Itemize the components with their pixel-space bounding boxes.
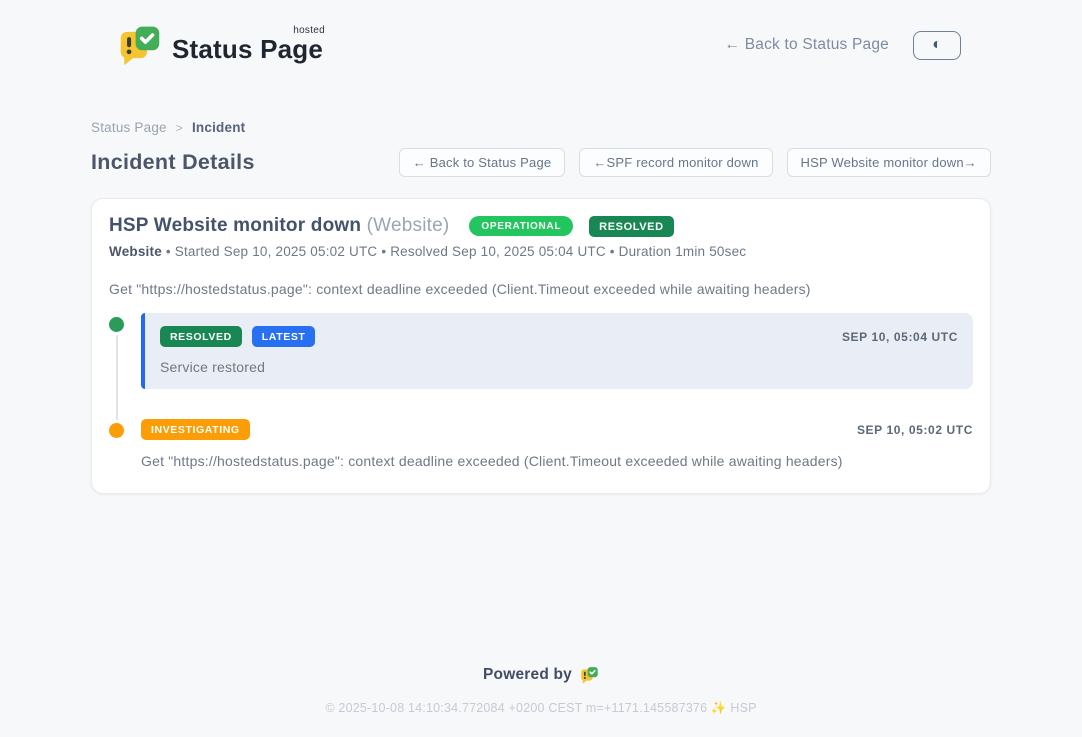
powered-by-label: Powered by (483, 666, 572, 684)
latest-badge: LATEST (252, 326, 316, 347)
logo-text: hosted Status Page (172, 24, 323, 65)
investigating-badge: INVESTIGATING (141, 419, 250, 440)
timeline-event-header: RESOLVED LATEST SEP 10, 05:04 UTC (160, 326, 958, 347)
timeline-badges: RESOLVED LATEST (160, 326, 315, 347)
theme-toggle-button[interactable]: ◐ (913, 31, 961, 60)
incident-nav-buttons: ← Back to Status Page ←SPF record monito… (399, 148, 991, 177)
logo: hosted Status Page (118, 24, 323, 66)
operational-status-badge: OPERATIONAL (469, 216, 573, 236)
copyright-text: © 2025-10-08 14:10:34.772084 +0200 CEST … (0, 701, 1082, 716)
incident-meta-details: • Started Sep 10, 2025 05:02 UTC • Resol… (166, 244, 746, 259)
timeline-highlight-box: RESOLVED LATEST SEP 10, 05:04 UTC Servic… (141, 313, 973, 389)
resolved-badge: RESOLVED (160, 326, 242, 347)
incident-meta-component: Website (109, 244, 162, 259)
header-right: ← Back to Status Page ◐ (725, 31, 961, 60)
timeline-dot-resolved (109, 317, 124, 332)
resolved-state-badge: RESOLVED (589, 216, 674, 237)
logo-hosted-superscript: hosted (293, 25, 325, 36)
logo-title: Status Page (172, 34, 323, 64)
timeline-content: RESOLVED LATEST SEP 10, 05:04 UTC Servic… (141, 313, 973, 389)
incident-component: (Website) (367, 215, 450, 236)
timeline-timestamp: SEP 10, 05:04 UTC (842, 330, 958, 344)
breadcrumb-incident: Incident (192, 120, 245, 135)
incident-meta: Website • Started Sep 10, 2025 05:02 UTC… (109, 244, 973, 259)
breadcrumb: Status Page > Incident (91, 120, 991, 135)
timeline-event-resolved: RESOLVED LATEST SEP 10, 05:04 UTC Servic… (109, 313, 973, 389)
timeline-event-header: INVESTIGATING SEP 10, 05:02 UTC (141, 419, 973, 440)
page-title: Incident Details (91, 150, 255, 175)
timeline-content: INVESTIGATING SEP 10, 05:02 UTC Get "htt… (141, 419, 973, 469)
timeline-message: Service restored (160, 359, 958, 375)
status-page-logo-icon-small (580, 666, 599, 684)
incident-name: HSP Website monitor down (109, 215, 361, 236)
main-content: Status Page > Incident Incident Details … (91, 120, 991, 494)
timeline-dot-investigating (109, 423, 124, 438)
incident-description: Get "https://hostedstatus.page": context… (109, 281, 973, 297)
title-row: Incident Details ← Back to Status Page ←… (91, 148, 991, 177)
breadcrumb-separator: > (176, 121, 183, 135)
header-back-link[interactable]: ← Back to Status Page (725, 36, 889, 54)
header: hosted Status Page ← Back to Status Page… (0, 0, 1082, 74)
incident-title-row: HSP Website monitor down (Website) OPERA… (109, 215, 973, 237)
contrast-icon: ◐ (932, 37, 942, 53)
timeline-event-investigating: INVESTIGATING SEP 10, 05:02 UTC Get "htt… (109, 419, 973, 469)
incident-timeline: RESOLVED LATEST SEP 10, 05:04 UTC Servic… (109, 313, 973, 469)
previous-incident-button[interactable]: ←SPF record monitor down (579, 148, 772, 177)
incident-title: HSP Website monitor down (Website) (109, 215, 449, 237)
back-to-status-page-button[interactable]: ← Back to Status Page (399, 148, 566, 177)
timeline-message: Get "https://hostedstatus.page": context… (141, 453, 973, 469)
status-page-logo-icon (118, 24, 162, 66)
powered-by-link[interactable]: Powered by (483, 666, 599, 684)
timeline-timestamp: SEP 10, 05:02 UTC (857, 423, 973, 437)
breadcrumb-status-page[interactable]: Status Page (91, 120, 167, 135)
next-incident-button[interactable]: HSP Website monitor down→ (787, 148, 991, 177)
incident-card: HSP Website monitor down (Website) OPERA… (91, 198, 991, 494)
footer: Powered by © 2025-10-08 14:10:34.772084 … (0, 666, 1082, 716)
